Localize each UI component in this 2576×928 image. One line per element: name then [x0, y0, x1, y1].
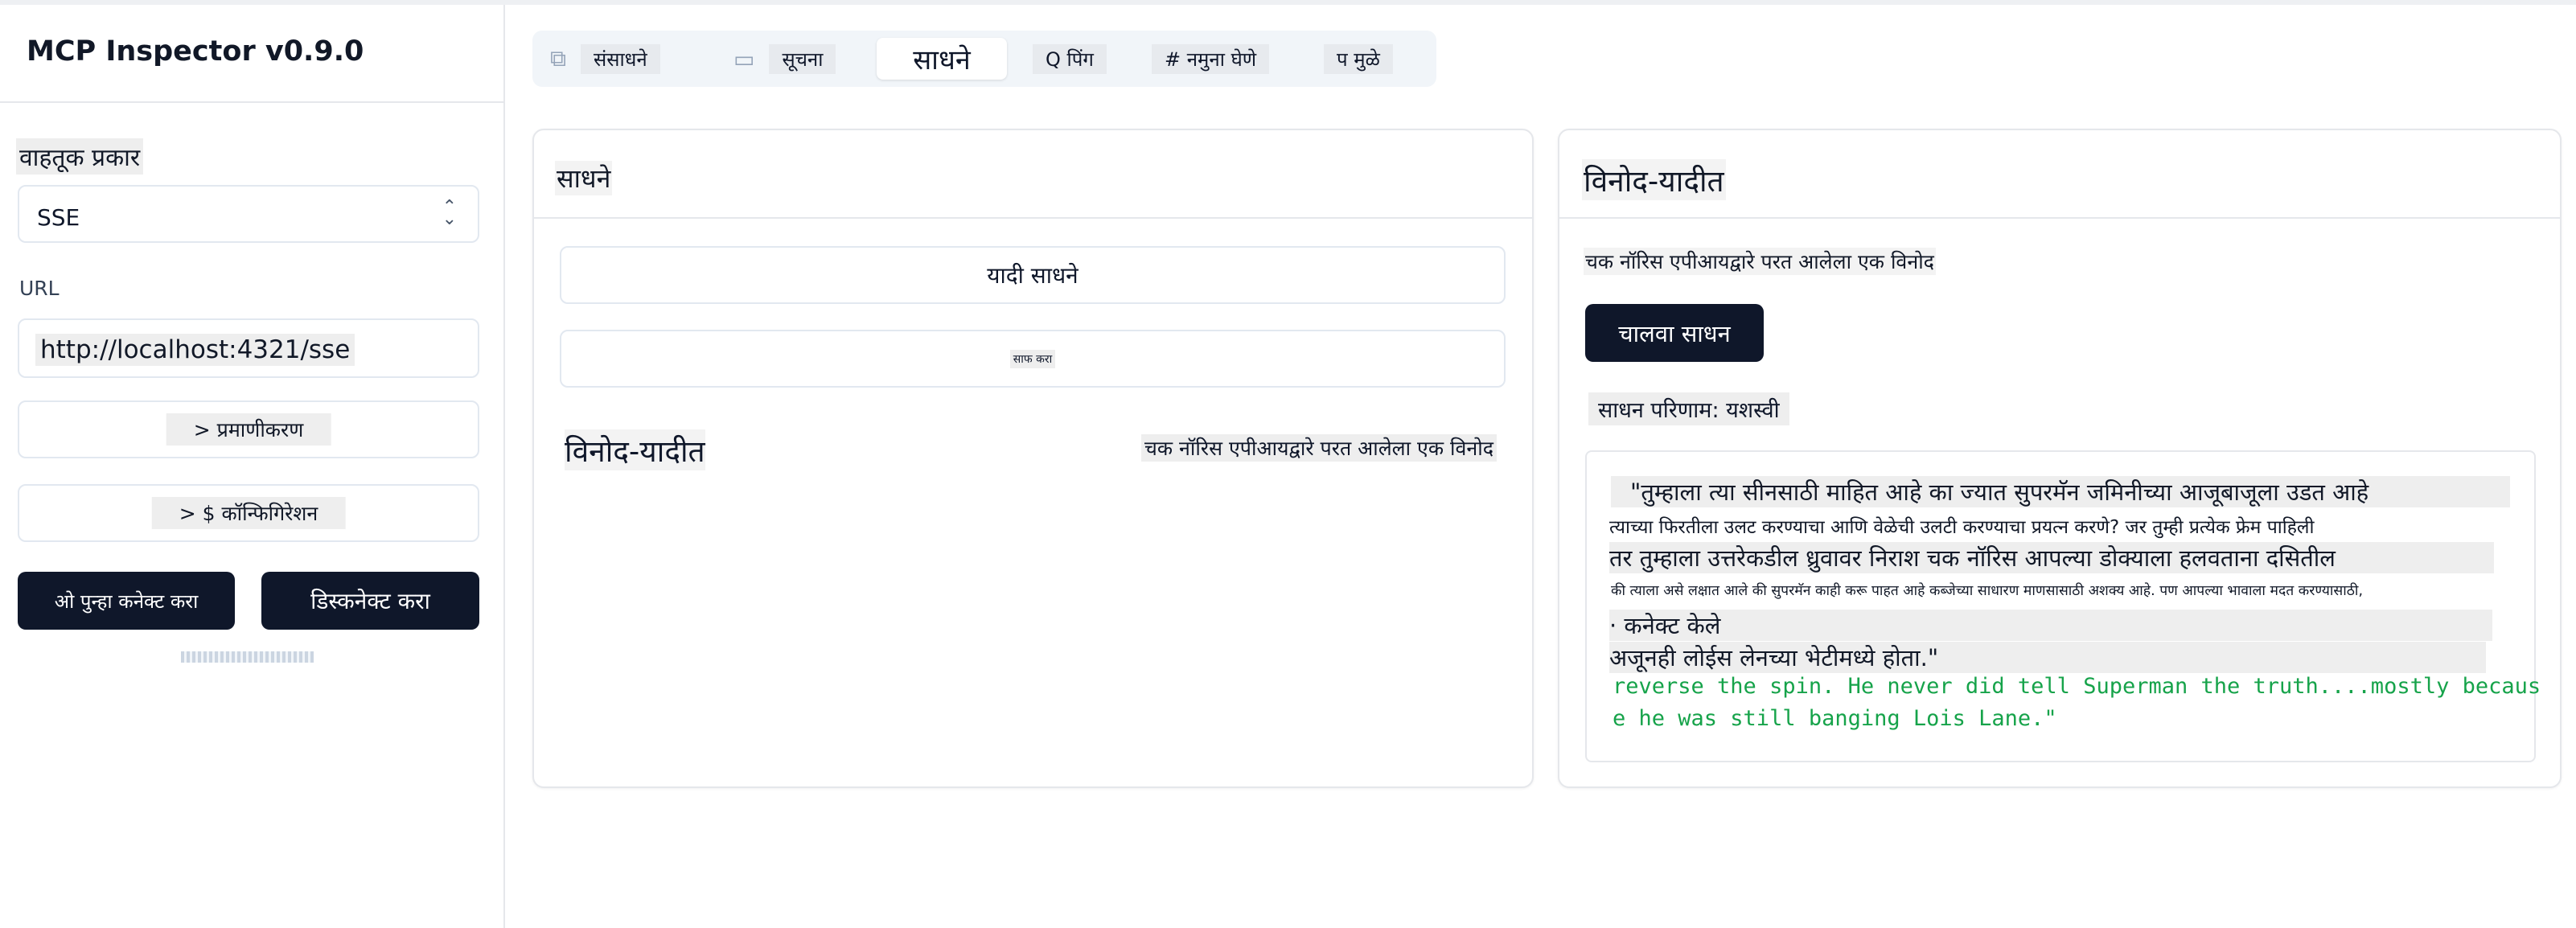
connection-status-indicator	[181, 651, 314, 663]
url-label: URL	[19, 277, 60, 300]
tool-result-status: साधन परिणाम: यशस्वी	[1588, 392, 1789, 425]
result-line-1: "तुम्हाला त्या सीनसाठी माहित आहे का ज्या…	[1611, 476, 2510, 507]
url-input-value: http://localhost:4321/sse	[35, 334, 355, 366]
tool-item-description: चक नॉरिस एपीआयद्वारे परत आलेला एक विनोद	[1141, 434, 1497, 462]
tab-prompts[interactable]: ▭ सूचना	[725, 38, 862, 80]
tools-panel-title: साधने	[555, 161, 613, 195]
list-tools-button[interactable]: यादी साधने	[560, 246, 1506, 304]
clear-button-label: साफ करा	[1009, 349, 1056, 368]
sidebar: MCP Inspector v0.9.0 वाहतूक प्रकार SSE ⌃…	[0, 5, 505, 928]
configuration-button[interactable]: > $ कॉन्फिगिरेशन	[18, 484, 479, 542]
tool-detail-header: विनोद-यादीत	[1559, 130, 2560, 219]
tab-resources-label: संसाधने	[581, 43, 660, 74]
disconnect-button[interactable]: डिस्कनेक्ट करा	[261, 572, 479, 630]
chat-bubble-icon: ▭	[733, 45, 755, 72]
result-line-6: अजूनही लोईस लेनच्या भेटीमध्ये होता."	[1609, 642, 2486, 673]
tool-detail-panel: विनोद-यादीत चक नॉरिस एपीआयद्वारे परत आले…	[1558, 129, 2562, 788]
transport-type-select[interactable]: SSE ⌃ ⌄	[18, 185, 479, 243]
clear-button[interactable]: साफ करा	[560, 330, 1506, 388]
authentication-button[interactable]: > प्रमाणीकरण	[18, 400, 479, 458]
reconnect-button[interactable]: ओ पुन्हा कनेक्ट करा	[18, 572, 235, 630]
tab-ping-label: Q पिंग	[1033, 43, 1107, 74]
configuration-button-label: > $ कॉन्फिगिरेशन	[151, 497, 346, 529]
app-title: MCP Inspector v0.9.0	[27, 35, 364, 68]
chevron-up-down-icon: ⌃ ⌄	[442, 197, 457, 229]
authentication-button-label: > प्रमाणीकरण	[166, 413, 331, 446]
run-tool-button[interactable]: चालवा साधन	[1585, 304, 1764, 362]
tool-detail-title: विनोद-यादीत	[1582, 159, 1726, 200]
result-line-3: तर तुम्हाला उत्तरेकडील ध्रुवावर निराश चक…	[1609, 542, 2494, 573]
tab-prompts-label: सूचना	[769, 43, 836, 74]
tab-sampling[interactable]: # नमुना घेणे	[1144, 38, 1301, 80]
tool-result-output: "तुम्हाला त्या सीनसाठी माहित आहे का ज्या…	[1585, 450, 2541, 762]
result-line-4: की त्याला असे लक्षात आले की सुपरमॅन काही…	[1611, 583, 2364, 599]
result-code-line-2: e he was still banging Lois Lane."	[1613, 706, 2057, 731]
tab-resources[interactable]: ⧉ संसाधने	[542, 38, 703, 80]
transport-type-value: SSE	[37, 204, 80, 231]
result-line-2: त्याच्या फिरतीला उलट करण्याचा आणि वेळेची…	[1609, 517, 2315, 538]
sidebar-header: MCP Inspector v0.9.0	[0, 5, 503, 103]
tab-bar: ⧉ संसाधने ▭ सूचना साधने Q पिंग # नमुना घ…	[532, 31, 1436, 87]
transport-type-label: वाहतूक प्रकार	[16, 138, 144, 175]
result-line-5: · कनेक्ट केले	[1609, 610, 2492, 641]
tab-roots[interactable]: प मुळे	[1316, 38, 1428, 80]
tools-panel-header: साधने	[534, 130, 1532, 219]
tab-tools[interactable]: साधने	[877, 38, 1007, 80]
copy-icon: ⧉	[550, 45, 566, 72]
tool-detail-description: चक नॉरिस एपीआयद्वारे परत आलेला एक विनोद	[1584, 248, 1936, 275]
tab-tools-label: साधने	[913, 44, 971, 76]
tab-roots-label: प मुळे	[1324, 43, 1393, 74]
result-code-line-1: reverse the spin. He never did tell Supe…	[1613, 674, 2541, 699]
tab-sampling-label: # नमुना घेणे	[1152, 43, 1270, 74]
tool-item-name[interactable]: विनोद-यादीत	[565, 429, 705, 470]
url-input[interactable]: http://localhost:4321/sse	[18, 318, 479, 378]
tools-list-panel: साधने यादी साधने साफ करा विनोद-यादीत चक …	[532, 129, 1534, 788]
tab-ping[interactable]: Q पिंग	[1025, 38, 1124, 80]
